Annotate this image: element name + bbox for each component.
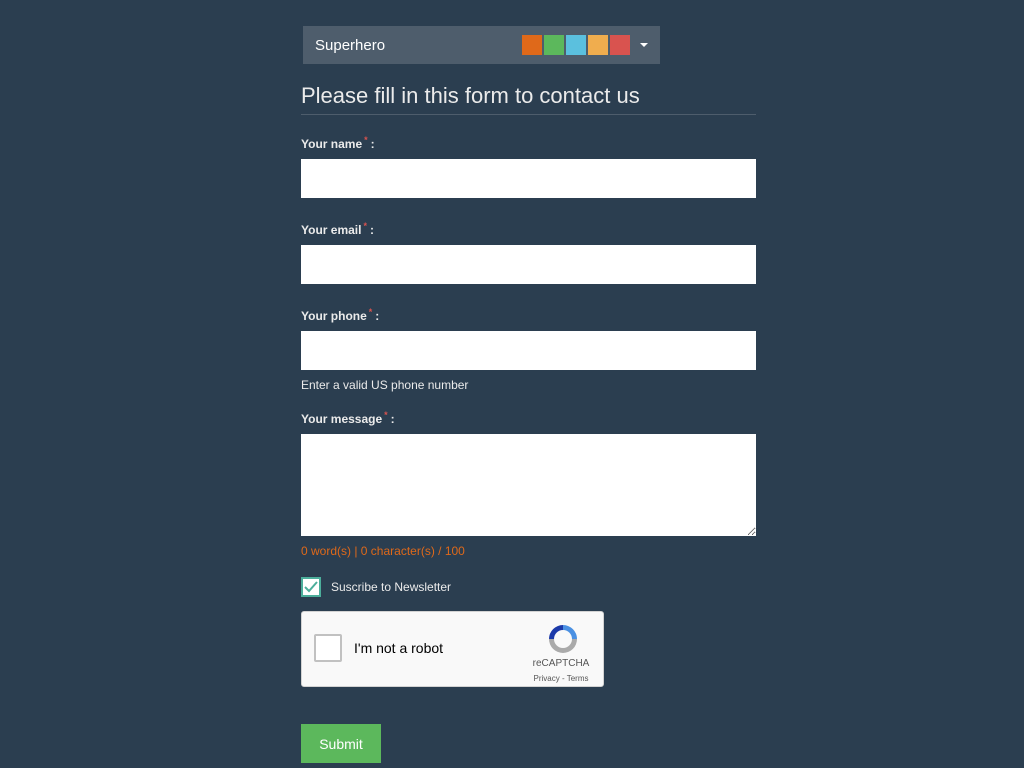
phone-label-row: Your phone * :: [301, 307, 756, 323]
message-label: Your message: [301, 412, 383, 426]
required-marker: *: [363, 221, 367, 231]
form-title: Please fill in this form to contact us: [301, 82, 756, 115]
message-group: Your message * : 0 word(s) | 0 character…: [301, 410, 756, 558]
label-colon: :: [375, 309, 380, 323]
required-marker: *: [384, 410, 388, 420]
recaptcha-widget: I'm not a robot reCAPTCHA Privacy - Term…: [301, 611, 604, 687]
recaptcha-checkbox[interactable]: [314, 634, 342, 662]
label-colon: :: [369, 223, 374, 237]
swatch-orange: [522, 35, 542, 55]
theme-swatches: [522, 35, 630, 55]
newsletter-row: Suscribe to Newsletter: [301, 577, 756, 597]
phone-group: Your phone * : Enter a valid US phone nu…: [301, 307, 756, 392]
phone-label: Your phone: [301, 309, 367, 323]
label-colon: :: [390, 412, 395, 426]
recaptcha-brand: reCAPTCHA: [532, 658, 590, 669]
recaptcha-label: I'm not a robot: [354, 640, 444, 656]
recaptcha-logo-icon: [549, 625, 577, 653]
required-marker: *: [368, 307, 373, 317]
email-group: Your email * :: [301, 221, 756, 284]
name-group: Your name * :: [301, 135, 756, 198]
swatch-blue: [566, 35, 586, 55]
phone-help-text: Enter a valid US phone number: [301, 378, 469, 392]
submit-button[interactable]: Submit: [301, 724, 381, 763]
swatch-green: [544, 35, 564, 55]
name-label-row: Your name * :: [301, 135, 756, 151]
phone-input[interactable]: [301, 331, 756, 370]
character-counter: 0 word(s) | 0 character(s) / 100: [301, 544, 465, 558]
theme-name: Superhero: [315, 36, 386, 54]
checkmark-icon: [304, 581, 318, 593]
message-label-row: Your message * :: [301, 410, 756, 426]
email-label: Your email: [301, 223, 362, 237]
newsletter-label: Suscribe to Newsletter: [331, 580, 452, 594]
message-textarea[interactable]: [301, 434, 756, 536]
swatch-yellow: [588, 35, 608, 55]
name-input[interactable]: [301, 159, 756, 198]
email-label-row: Your email * :: [301, 221, 756, 237]
email-input[interactable]: [301, 245, 756, 284]
contact-form: Please fill in this form to contact us Y…: [301, 82, 756, 763]
theme-selector[interactable]: Superhero: [303, 26, 660, 64]
swatch-red: [610, 35, 630, 55]
newsletter-checkbox[interactable]: [301, 577, 321, 597]
required-marker: *: [364, 135, 368, 145]
caret-down-icon: [640, 43, 648, 47]
recaptcha-links[interactable]: Privacy - Terms: [531, 674, 591, 683]
name-label: Your name: [301, 137, 363, 151]
label-colon: :: [370, 137, 375, 151]
